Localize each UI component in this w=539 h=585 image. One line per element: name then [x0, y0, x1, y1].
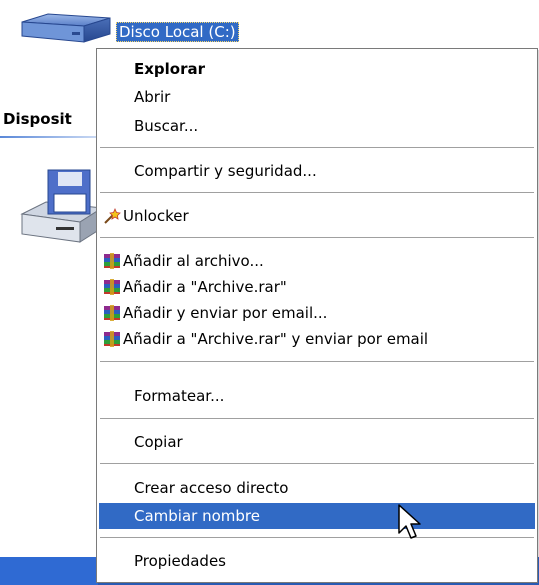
menu-item-anadir-archivo[interactable]: Añadir al archivo...	[99, 248, 535, 274]
context-menu: Explorar Abrir Buscar... Compartir y seg…	[96, 48, 538, 583]
section-title: Disposit	[3, 110, 72, 128]
unlocker-wand-icon	[104, 208, 121, 224]
menu-item-propiedades[interactable]: Propiedades	[99, 548, 535, 574]
menu-item-formatear[interactable]: Formatear...	[99, 383, 535, 409]
winrar-icon	[104, 279, 120, 295]
menu-separator	[100, 237, 534, 238]
section-divider	[0, 136, 110, 138]
menu-separator	[100, 418, 534, 419]
menu-item-label: Crear acceso directo	[134, 479, 289, 497]
menu-separator	[100, 361, 534, 362]
menu-separator	[100, 537, 534, 538]
menu-item-label: Explorar	[134, 60, 206, 78]
menu-item-label: Cambiar nombre	[134, 507, 260, 525]
menu-item-label: Compartir y seguridad...	[134, 162, 317, 180]
menu-item-unlocker[interactable]: Unlocker	[99, 203, 535, 229]
menu-item-label: Añadir a "Archive.rar"	[123, 278, 287, 296]
menu-separator	[100, 147, 534, 148]
hard-drive-icon[interactable]	[18, 12, 114, 46]
menu-item-abrir[interactable]: Abrir	[99, 84, 535, 110]
menu-item-label: Añadir a "Archive.rar" y enviar por emai…	[123, 330, 429, 348]
menu-item-label: Añadir al archivo...	[123, 252, 264, 270]
menu-item-copiar[interactable]: Copiar	[99, 429, 535, 455]
winrar-icon	[104, 253, 120, 269]
menu-item-anadir-archive-rar-email[interactable]: Añadir a "Archive.rar" y enviar por emai…	[99, 326, 535, 352]
menu-item-label: Buscar...	[134, 117, 199, 135]
menu-item-label: Unlocker	[123, 207, 189, 225]
menu-item-label: Formatear...	[134, 387, 225, 405]
menu-item-cambiar-nombre[interactable]: Cambiar nombre	[99, 503, 535, 529]
menu-item-label: Copiar	[134, 433, 183, 451]
menu-item-anadir-enviar-email[interactable]: Añadir y enviar por email...	[99, 300, 535, 326]
menu-item-crear-acceso-directo[interactable]: Crear acceso directo	[99, 475, 535, 501]
menu-item-explorar[interactable]: Explorar	[99, 56, 535, 82]
mouse-cursor-icon	[398, 504, 421, 539]
menu-item-anadir-archive-rar[interactable]: Añadir a "Archive.rar"	[99, 274, 535, 300]
menu-item-buscar[interactable]: Buscar...	[99, 113, 535, 139]
menu-item-label: Propiedades	[134, 552, 226, 570]
menu-item-compartir[interactable]: Compartir y seguridad...	[99, 158, 535, 184]
menu-item-label: Abrir	[134, 88, 171, 106]
floppy-drive-icon[interactable]	[18, 164, 104, 252]
winrar-icon	[104, 331, 120, 347]
winrar-icon	[104, 305, 120, 321]
menu-separator	[100, 463, 534, 464]
menu-separator	[100, 192, 534, 193]
menu-item-label: Añadir y enviar por email...	[123, 304, 328, 322]
drive-label[interactable]: Disco Local (C:)	[116, 22, 239, 42]
